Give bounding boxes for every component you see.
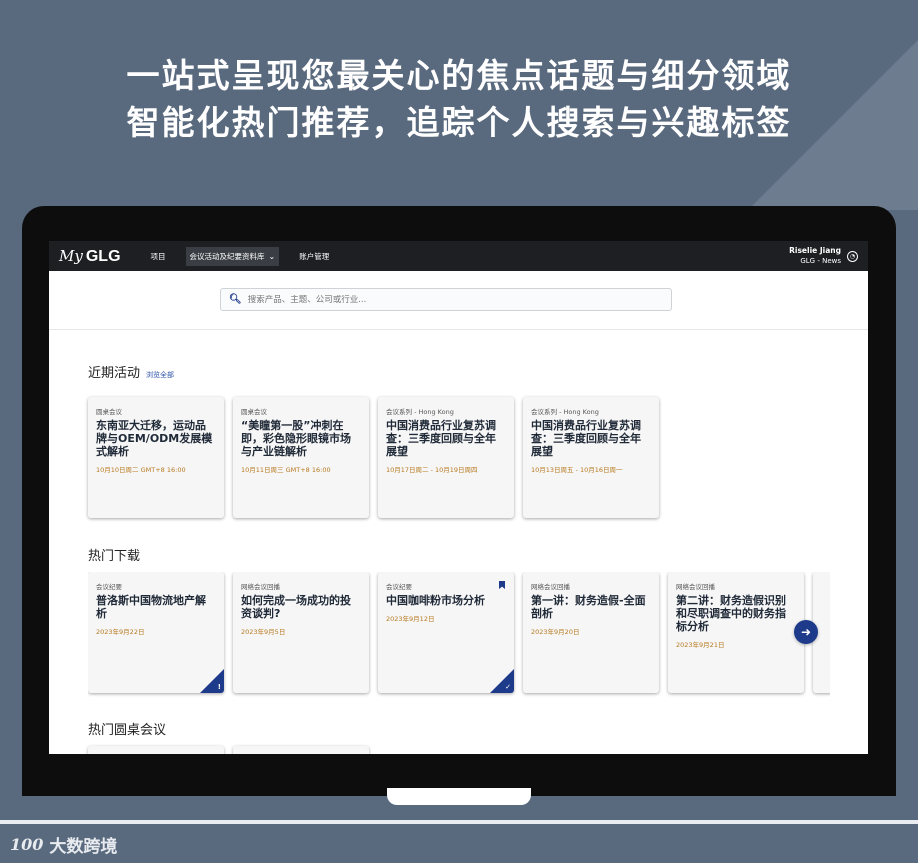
user-info: Riselie Jiang GLG - News [789, 245, 841, 267]
search-icon: 🔍︎ [229, 294, 242, 305]
recent-events-row: 圆桌会议 东南亚大迁移，运动品牌与OEM/ODM发展模式解析 10月10日周二 … [88, 397, 659, 518]
card-title: “美瞳第一股”冲刺在即，彩色隐形眼镜市场与产业链解析 [241, 419, 351, 458]
carousel-next-button[interactable]: ➜ [794, 620, 818, 644]
headline-line-1: 一站式呈现您最关心的焦点话题与细分领域 [126, 56, 792, 95]
card-date: 2023年9月21日 [676, 641, 725, 649]
card-type: 会议纪要 [96, 583, 122, 591]
card-type: 网络会议回播 [676, 583, 715, 591]
card-type: 会议纪要 [386, 583, 412, 591]
card-title: 中国消费品行业复苏调查：三季度回顾与全年展望 [531, 419, 641, 458]
card-title: 中国消费品行业复苏调查：三季度回顾与全年展望 [386, 419, 496, 458]
card-date: 2023年9月12日 [386, 615, 435, 623]
popular-downloads-title: 热门下载 [88, 549, 141, 564]
user-org: GLG - News [800, 257, 841, 265]
card-type: 网络会议回播 [241, 583, 280, 591]
search-input[interactable] [247, 294, 628, 305]
card-title: 中国咖啡粉市场分析 [386, 594, 485, 607]
card-title: 东南亚大迁移，运动品牌与OEM/ODM发展模式解析 [96, 419, 213, 458]
chevron-down-icon: ⌄ [268, 251, 276, 261]
card-type: 圆桌会议 [241, 408, 267, 416]
user-name: Riselie Jiang [789, 246, 841, 255]
popular-downloads-row: 会议纪要 普洛斯中国物流地产解析 2023年9月22日 ! 网络会议回播 如何完… [88, 572, 830, 697]
roundtable-card[interactable] [233, 746, 369, 754]
card-title: 第一讲：财务造假-全面剖析 [531, 594, 646, 620]
nav-events-label: 会议活动及纪要资料库 [189, 251, 265, 261]
bottom-band [0, 820, 918, 863]
nav-projects-label: 项目 [150, 251, 166, 261]
event-card[interactable]: 圆桌会议 东南亚大迁移，运动品牌与OEM/ODM发展模式解析 10月10日周二 … [88, 397, 224, 518]
roundtable-card[interactable] [88, 746, 224, 754]
event-card[interactable]: 圆桌会议 “美瞳第一股”冲刺在即，彩色隐形眼镜市场与产业链解析 10月11日周三… [233, 397, 369, 518]
headline: 一站式呈现您最关心的焦点话题与细分领域 智能化热门推荐，追踪个人搜索与兴趣标签 [0, 52, 918, 146]
card-date: 10月13日周五 - 10月16日周一 [531, 466, 623, 474]
download-card[interactable]: 会议纪要 普洛斯中国物流地产解析 2023年9月22日 ! [88, 572, 224, 693]
laptop-notch [387, 788, 531, 805]
arrow-right-icon: ➜ [800, 625, 812, 639]
card-title: 第二讲：财务造假识别和尽职调查中的财务指标分析 [676, 594, 786, 633]
brand-name: 大数跨境 [49, 837, 118, 857]
card-date: 10月10日周二 GMT+8 16:00 [96, 466, 186, 474]
nav-projects[interactable]: 项目 [147, 247, 170, 266]
popular-roundtables-row [88, 746, 369, 754]
popular-roundtables-title: 热门圆桌会议 [88, 723, 167, 738]
browse-all-link[interactable]: 浏览全部 [146, 370, 174, 380]
card-date: 2023年9月5日 [241, 628, 286, 636]
search-box[interactable]: 🔍︎ [220, 288, 672, 311]
search-area: 🔍︎ [49, 271, 868, 330]
nav-account[interactable]: 账户管理 [295, 247, 333, 266]
card-type: 网络会议回播 [531, 583, 570, 591]
card-title: 普洛斯中国物流地产解析 [96, 594, 206, 620]
brand-logo: 100 [10, 835, 44, 854]
card-date: 2023年9月22日 [96, 628, 145, 636]
card-title: 如何完成一场成功的投资谈判? [241, 594, 351, 620]
download-card[interactable]: 网络会议回播 第一讲：财务造假-全面剖析 2023年9月20日 [523, 572, 659, 693]
card-type: 会议系列 - Hong Kong [531, 408, 599, 416]
logo-my: My [59, 246, 83, 265]
headline-line-2: 智能化热门推荐，追踪个人搜索与兴趣标签 [126, 103, 792, 142]
event-card[interactable]: 会议系列 - Hong Kong 中国消费品行业复苏调查：三季度回顾与全年展望 … [378, 397, 514, 518]
recent-events-title: 近期活动 [88, 366, 141, 381]
user-avatar-icon[interactable]: ◔ [847, 250, 858, 262]
check-icon: ✓ [505, 683, 511, 691]
recent-events-heading: 近期活动 浏览全部 [88, 362, 174, 381]
card-date: 2023年9月20日 [531, 628, 580, 636]
card-date: 10月11日周三 GMT+8 16:00 [241, 466, 331, 474]
card-type: 会议系列 - Hong Kong [386, 408, 454, 416]
popular-downloads-heading: 热门下载 [88, 545, 140, 564]
popular-roundtables-heading: 热门圆桌会议 [88, 719, 166, 738]
download-card[interactable]: 网络会议回播 第二讲：财务造假识别和尽职调查中的财务指标分析 2023年9月21… [668, 572, 804, 693]
top-navbar: My GLG 项目 会议活动及纪要资料库 ⌄ 账户管理 Riselie Jian… [49, 241, 868, 271]
download-card[interactable]: 会议纪要 中国咖啡粉市场分析 2023年9月12日 ✓ [378, 572, 514, 693]
card-date: 10月17日周二 - 10月19日周四 [386, 466, 478, 474]
nav-events-library[interactable]: 会议活动及纪要资料库 ⌄ [185, 246, 280, 266]
brand-watermark: 100 大数跨境 [10, 832, 117, 857]
nav-account-label: 账户管理 [299, 251, 330, 261]
logo-glg: GLG [85, 247, 121, 265]
event-card[interactable]: 会议系列 - Hong Kong 中国消费品行业复苏调查：三季度回顾与全年展望 … [523, 397, 659, 518]
card-type: 圆桌会议 [96, 408, 122, 416]
app-screen: My GLG 项目 会议活动及纪要资料库 ⌄ 账户管理 Riselie Jian… [49, 241, 868, 754]
info-icon: ! [217, 683, 221, 691]
mylglg-logo[interactable]: My GLG [59, 247, 121, 266]
download-card[interactable]: 网络会议回播 如何完成一场成功的投资谈判? 2023年9月5日 [233, 572, 369, 693]
